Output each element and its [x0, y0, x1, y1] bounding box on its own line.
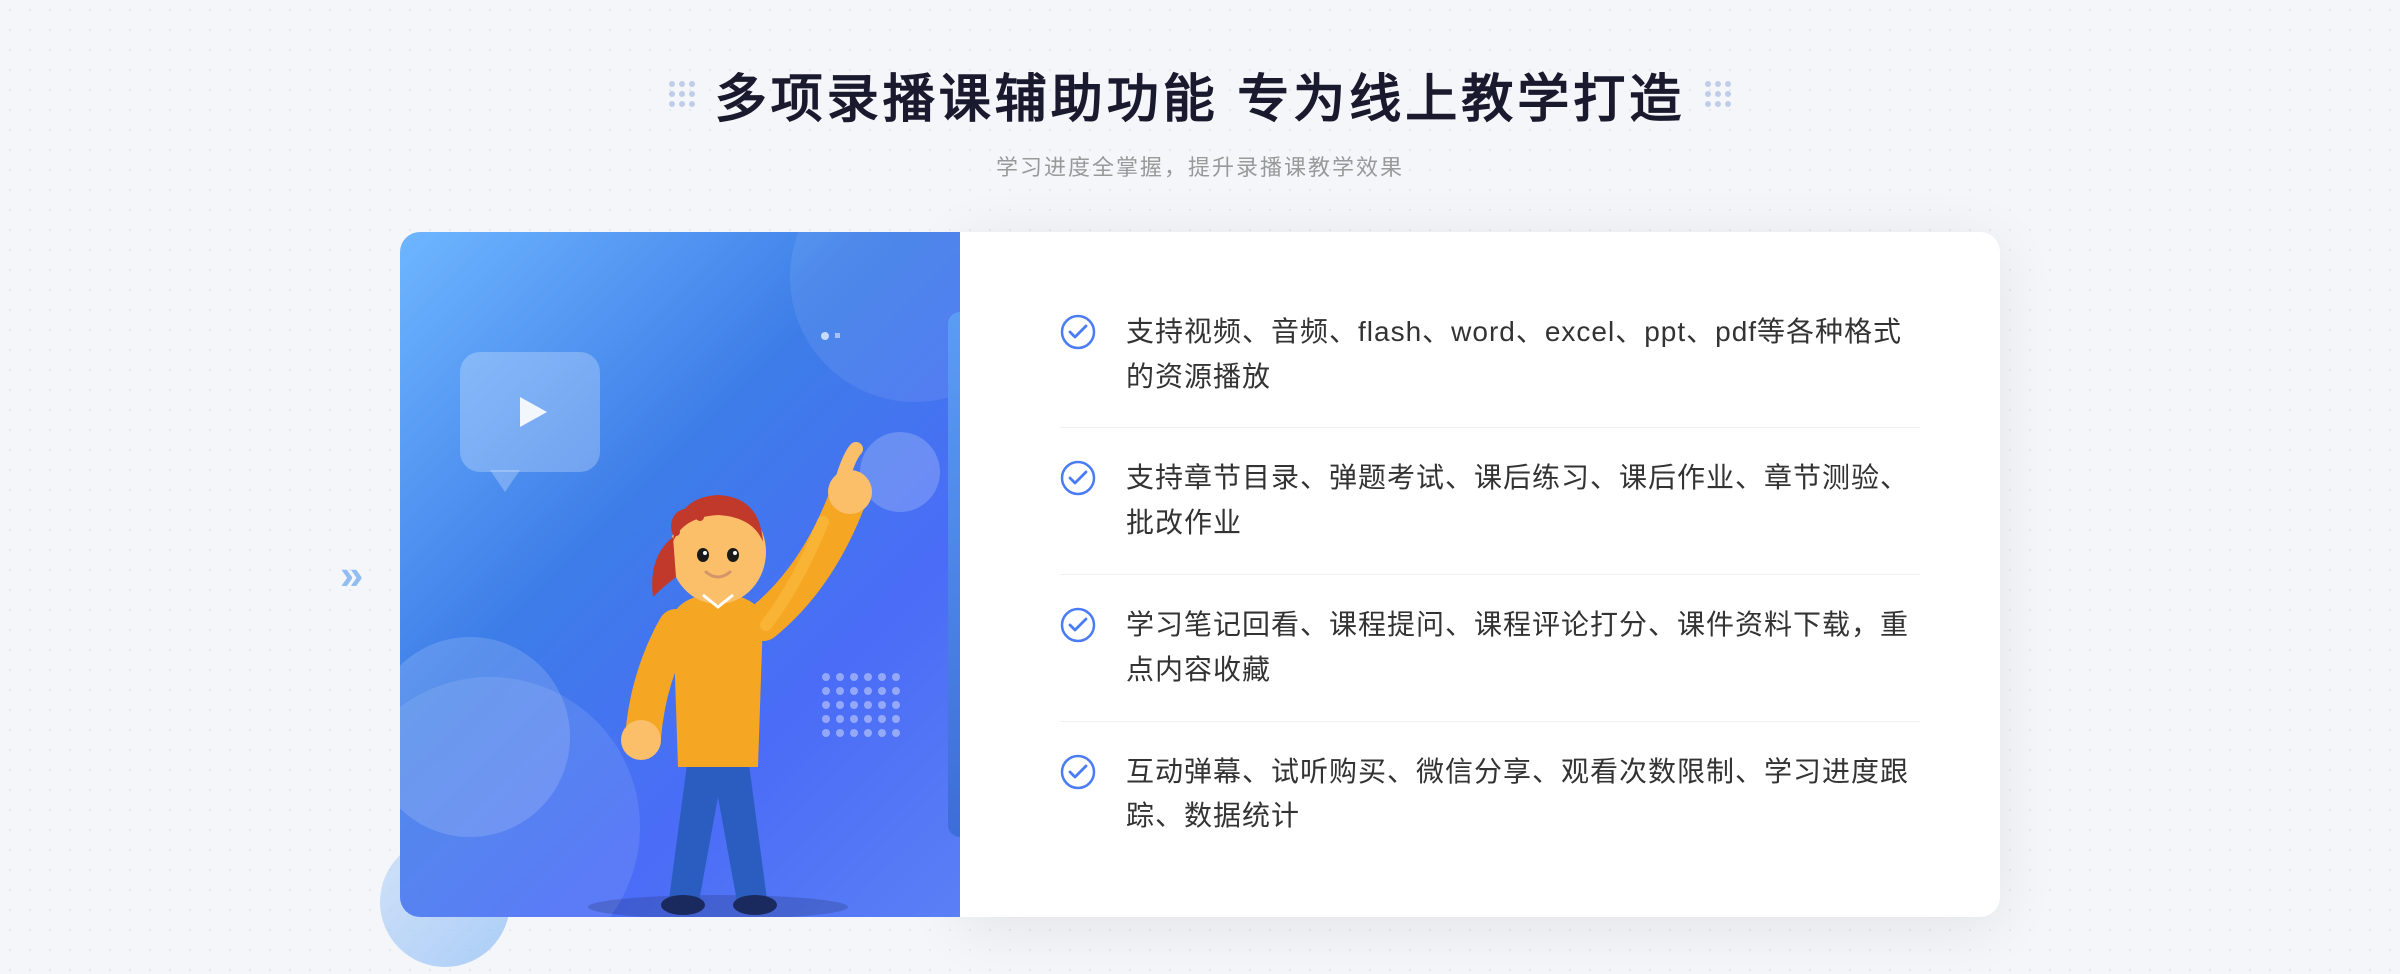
feature-item-3: 学习笔记回看、课程提问、课程评论打分、课件资料下载，重点内容收藏 — [1060, 575, 1920, 722]
check-icon-4 — [1060, 754, 1096, 790]
sparkle-dots — [821, 332, 840, 340]
check-icon-3 — [1060, 607, 1096, 643]
feature-text-2: 支持章节目录、弹题考试、课后练习、课后作业、章节测验、批改作业 — [1126, 456, 1920, 546]
main-title: 多项录播课辅助功能 专为线上教学打造 — [715, 57, 1685, 132]
header-title-row: 多项录播课辅助功能 专为线上教学打造 — [669, 57, 1731, 132]
content-area: 支持视频、音频、flash、word、excel、ppt、pdf等各种格式的资源… — [400, 232, 2000, 917]
dot-grid-right — [1705, 81, 1731, 107]
check-icon-2 — [1060, 460, 1096, 496]
left-chevron-decoration: » — [340, 554, 363, 596]
subtitle: 学习进度全掌握，提升录播课教学效果 — [669, 150, 1731, 182]
feature-text-4: 互动弹幕、试听购买、微信分享、观看次数限制、学习进度跟踪、数据统计 — [1126, 750, 1920, 840]
right-accent-bar — [948, 312, 960, 837]
feature-item-1: 支持视频、音频、flash、word、excel、ppt、pdf等各种格式的资源… — [1060, 282, 1920, 429]
person-illustration — [528, 377, 908, 917]
features-panel: 支持视频、音频、flash、word、excel、ppt、pdf等各种格式的资源… — [960, 232, 2000, 917]
right-decorative-dots — [1705, 81, 1731, 107]
check-icon-1 — [1060, 314, 1096, 350]
feature-item-2: 支持章节目录、弹题考试、课后练习、课后作业、章节测验、批改作业 — [1060, 428, 1920, 575]
feature-text-3: 学习笔记回看、课程提问、课程评论打分、课件资料下载，重点内容收藏 — [1126, 603, 1920, 693]
illustration-panel — [400, 232, 960, 917]
dot-grid-left — [669, 81, 695, 107]
left-decorative-dots — [669, 81, 695, 107]
header-section: 多项录播课辅助功能 专为线上教学打造 学习进度全掌握，提升录播课教学效果 — [669, 57, 1731, 182]
page-wrapper: 多项录播课辅助功能 专为线上教学打造 学习进度全掌握，提升录播课教学效果 » — [0, 17, 2400, 957]
feature-item-4: 互动弹幕、试听购买、微信分享、观看次数限制、学习进度跟踪、数据统计 — [1060, 722, 1920, 868]
feature-text-1: 支持视频、音频、flash、word、excel、ppt、pdf等各种格式的资源… — [1126, 310, 1920, 400]
chevron-symbol: » — [340, 554, 363, 596]
